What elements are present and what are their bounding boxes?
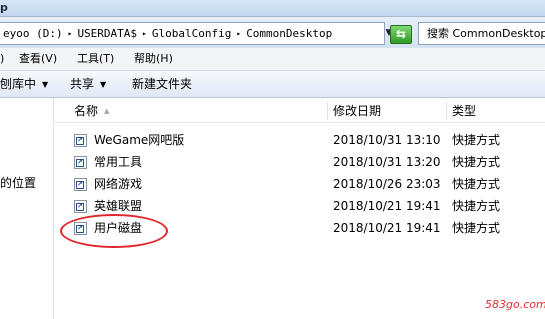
crumb-globalconfig[interactable]: GlobalConfig	[149, 23, 234, 44]
chevron-right-icon[interactable]: ▸	[66, 23, 75, 44]
crumb-commondesktop[interactable]: CommonDesktop	[243, 23, 335, 44]
search-input[interactable]: 搜索 CommonDesktop	[418, 22, 545, 45]
sort-up-icon: ▲	[104, 107, 110, 115]
column-modified[interactable]: 修改日期	[333, 100, 381, 122]
navigation-pane: 的位置	[0, 98, 54, 319]
shortcut-icon: ↗	[74, 134, 87, 147]
arrow-icon: ↗	[77, 180, 83, 188]
column-divider[interactable]	[446, 102, 447, 120]
chevron-right-icon[interactable]: ▸	[234, 23, 243, 44]
menu-bar: ) 查看(V) 工具(T) 帮助(H)	[0, 48, 545, 71]
menu-item-partial[interactable]: )	[0, 48, 4, 70]
menu-view[interactable]: 查看(V)	[19, 48, 57, 70]
file-list: 名称 ▲ 修改日期 类型 ↗ WeGame网吧版 2018/10/31 13:10…	[54, 98, 545, 319]
crumb-drive[interactable]: eyoo (D:)	[0, 23, 66, 44]
tool-burn-button[interactable]: 刨库中 ▼	[0, 71, 48, 98]
address-path[interactable]: eyoo (D:) ▸ USERDATA$ ▸ GlobalConfig ▸ CommonD…	[0, 22, 385, 45]
file-name: 常用工具	[94, 155, 143, 169]
refresh-icon[interactable]: ⇆	[390, 25, 412, 44]
file-type: 快捷方式	[452, 177, 501, 191]
chevron-right-icon[interactable]: ▸	[140, 23, 149, 44]
command-toolbar: 刨库中 ▼ 共享 ▼ 新建文件夹	[0, 71, 545, 98]
file-type: 快捷方式	[452, 155, 501, 169]
column-header: 名称 ▲ 修改日期 类型	[54, 100, 545, 123]
file-row[interactable]: ↗ 常用工具 2018/10/31 13:20 快捷方式	[54, 151, 545, 173]
column-type[interactable]: 类型	[452, 100, 476, 122]
column-name[interactable]: 名称 ▲	[74, 100, 109, 122]
file-modified: 2018/10/21 19:41	[333, 199, 441, 213]
shortcut-icon: ↗	[74, 200, 87, 213]
arrow-icon: ↗	[77, 158, 83, 166]
tool-share-label: 共享	[70, 77, 95, 91]
file-row[interactable]: ↗ WeGame网吧版 2018/10/31 13:10 快捷方式	[54, 129, 545, 151]
address-bar: eyoo (D:) ▸ USERDATA$ ▸ GlobalConfig ▸ CommonD…	[0, 17, 545, 48]
chevron-down-icon: ▼	[42, 80, 49, 89]
file-modified: 2018/10/31 13:10	[333, 133, 441, 147]
file-name: WeGame网吧版	[94, 133, 185, 147]
crumb-userdata[interactable]: USERDATA$	[74, 23, 140, 44]
watermark: 583go.com	[485, 298, 545, 311]
file-type: 快捷方式	[452, 133, 501, 147]
file-type: 快捷方式	[452, 199, 501, 213]
arrow-icon: ↗	[77, 202, 83, 210]
column-divider[interactable]	[327, 102, 328, 120]
file-modified: 2018/10/31 13:20	[333, 155, 441, 169]
chevron-down-icon: ▼	[100, 80, 107, 89]
arrow-icon: ↗	[77, 136, 83, 144]
title-bar: p	[0, 0, 545, 17]
menu-tools[interactable]: 工具(T)	[77, 48, 114, 70]
file-name: 网络游戏	[94, 177, 143, 191]
file-modified: 2018/10/26 23:03	[333, 177, 441, 191]
file-modified: 2018/10/21 19:41	[333, 221, 441, 235]
shortcut-icon: ↗	[74, 178, 87, 191]
window-title: p	[0, 1, 8, 14]
nav-item-locations[interactable]: 的位置	[0, 174, 36, 191]
new-folder-button[interactable]: 新建文件夹	[132, 71, 192, 97]
shortcut-icon: ↗	[74, 156, 87, 169]
tool-burn-label: 刨库中	[0, 77, 37, 91]
menu-help[interactable]: 帮助(H)	[134, 48, 173, 70]
arrow-icon: ↗	[77, 224, 83, 232]
column-name-label: 名称	[74, 104, 99, 118]
file-row[interactable]: ↗ 网络游戏 2018/10/26 23:03 快捷方式	[54, 173, 545, 195]
tool-share-button[interactable]: 共享 ▼	[70, 71, 106, 98]
file-type: 快捷方式	[452, 221, 501, 235]
